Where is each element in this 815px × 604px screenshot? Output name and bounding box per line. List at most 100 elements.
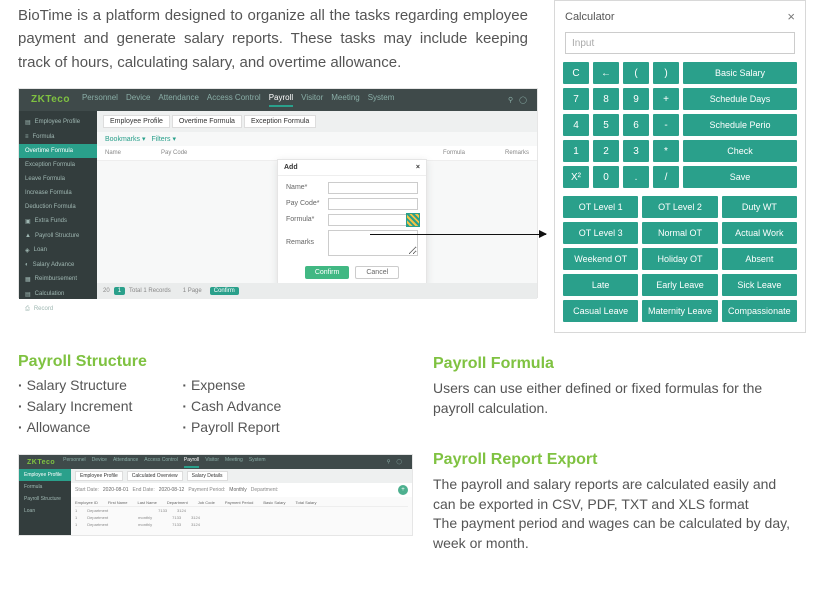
calc-key--[interactable]: (	[623, 62, 649, 84]
field-name-label: Name*	[286, 184, 324, 191]
nav-system[interactable]: System	[368, 93, 395, 107]
filters-dropdown[interactable]: Filters ▾	[151, 135, 176, 143]
calc-var-sick-leave[interactable]: Sick Leave	[722, 274, 797, 296]
page-confirm[interactable]: Confirm	[210, 287, 239, 295]
add-formula-modal: Add × Name* Pay Code* Formula* Remarks C…	[277, 159, 427, 286]
arrow-icon	[370, 234, 546, 235]
nav-visitor[interactable]: Visitor	[301, 93, 323, 107]
nav-access-control[interactable]: Access Control	[207, 93, 261, 107]
sidebar-exception-formula[interactable]: Exception Formula	[19, 158, 97, 172]
sidebar-employee-profile[interactable]: ▤Employee Profile	[19, 115, 97, 130]
calc-var-casual-leave[interactable]: Casual Leave	[563, 300, 638, 322]
sidebar-increase-formula[interactable]: Increase Formula	[19, 186, 97, 200]
calc-key-1[interactable]: 1	[563, 140, 589, 162]
sidebar-calculation[interactable]: ▤Calculation	[19, 287, 97, 302]
calculator-close-icon[interactable]: ×	[787, 9, 795, 24]
field-formula-input[interactable]	[328, 214, 418, 226]
calc-key-0[interactable]: 0	[593, 166, 619, 188]
calc-key-4[interactable]: 4	[563, 114, 589, 136]
sidebar-record[interactable]: ⎙Record	[19, 302, 97, 317]
calc-var-absent[interactable]: Absent	[722, 248, 797, 270]
calc-key--[interactable]: )	[653, 62, 679, 84]
page-number[interactable]: 1	[114, 287, 125, 295]
sidebar-leave-formula[interactable]: Leave Formula	[19, 172, 97, 186]
field-paycode-input[interactable]	[328, 198, 418, 210]
calc-key-basic-salary[interactable]: Basic Salary	[683, 62, 797, 84]
calc-var-maternity-leave[interactable]: Maternity Leave	[642, 300, 717, 322]
ss2-side-loan[interactable]: Loan	[19, 505, 71, 517]
nav-meeting[interactable]: Meeting	[331, 93, 359, 107]
calc-key-save[interactable]: Save	[683, 166, 797, 188]
field-paycode-label: Pay Code*	[286, 200, 324, 207]
calc-key-8[interactable]: 8	[593, 88, 619, 110]
tab-overtime-formula[interactable]: Overtime Formula	[172, 115, 242, 128]
nav-personnel[interactable]: Personnel	[82, 93, 118, 107]
calc-var-actual-work[interactable]: Actual Work	[722, 222, 797, 244]
nav-attendance[interactable]: Attendance	[158, 93, 198, 107]
add-icon[interactable]: +	[398, 485, 408, 495]
calc-key-x-[interactable]: X²	[563, 166, 589, 188]
calc-var-holiday-ot[interactable]: Holiday OT	[642, 248, 717, 270]
calc-key--[interactable]: +	[653, 88, 679, 110]
calc-var-weekend-ot[interactable]: Weekend OT	[563, 248, 638, 270]
search-icon[interactable]: ⚲	[508, 96, 513, 104]
calc-key-6[interactable]: 6	[623, 114, 649, 136]
calc-var-ot-level-1[interactable]: OT Level 1	[563, 196, 638, 218]
calc-var-ot-level-2[interactable]: OT Level 2	[642, 196, 717, 218]
ss2-side-employee[interactable]: Employee Profile	[19, 469, 71, 481]
sidebar: ▤Employee Profile ≡Formula Overtime Form…	[19, 111, 97, 299]
calc-key--[interactable]: -	[653, 114, 679, 136]
calc-var-duty-wt[interactable]: Duty WT	[722, 196, 797, 218]
calc-key--[interactable]: *	[653, 140, 679, 162]
calc-key--[interactable]: .	[623, 166, 649, 188]
sidebar-salary-advance[interactable]: ◐Salary Advance	[19, 258, 97, 272]
tab-employee-profile[interactable]: Employee Profile	[103, 115, 170, 128]
col-formula: Formula	[443, 150, 465, 156]
modal-cancel-button[interactable]: Cancel	[355, 266, 399, 279]
sidebar-deduction-formula[interactable]: Deduction Formula	[19, 200, 97, 214]
sidebar-loan[interactable]: ◈Loan	[19, 243, 97, 258]
calc-key-2[interactable]: 2	[593, 140, 619, 162]
calc-key-check[interactable]: Check	[683, 140, 797, 162]
calc-key-c[interactable]: C	[563, 62, 589, 84]
nav-payroll[interactable]: Payroll	[269, 93, 293, 107]
ss2-side-structure[interactable]: Payroll Structure	[19, 493, 71, 505]
calc-key-3[interactable]: 3	[623, 140, 649, 162]
modal-close-icon[interactable]: ×	[416, 164, 420, 171]
tab-exception-formula[interactable]: Exception Formula	[244, 115, 316, 128]
sidebar-reimbursement[interactable]: ▦Reimbursement	[19, 272, 97, 287]
nav-device[interactable]: Device	[126, 93, 150, 107]
calc-var-normal-ot[interactable]: Normal OT	[642, 222, 717, 244]
calculator-input[interactable]: Input	[565, 32, 795, 54]
ss2-side-formula[interactable]: Formula	[19, 481, 71, 493]
col-remarks: Remarks	[505, 150, 529, 156]
calculator-launch-icon[interactable]	[406, 213, 420, 227]
calc-var-compassionate[interactable]: Compassionate	[722, 300, 797, 322]
ss2-tab-overview[interactable]: Calculated Overview	[127, 471, 183, 481]
calc-key-7[interactable]: 7	[563, 88, 589, 110]
calc-key--[interactable]: /	[653, 166, 679, 188]
sidebar-overtime-formula[interactable]: Overtime Formula	[19, 144, 97, 158]
ss2-tab-salary[interactable]: Salary Details	[187, 471, 228, 481]
report-export-line2: The payment period and wages can be calc…	[433, 514, 797, 553]
sidebar-payroll-structure[interactable]: ▲Payroll Structure	[19, 229, 97, 243]
structure-list-1: Salary Structure Salary Increment Allowa…	[18, 375, 132, 438]
calc-key-9[interactable]: 9	[623, 88, 649, 110]
field-name-input[interactable]	[328, 182, 418, 194]
app-logo-2: ZKTeco	[19, 459, 63, 466]
calc-var-early-leave[interactable]: Early Leave	[642, 274, 717, 296]
bookmarks-dropdown[interactable]: Bookmarks ▾	[105, 135, 145, 143]
modal-confirm-button[interactable]: Confirm	[305, 266, 350, 279]
calc-var-late[interactable]: Late	[563, 274, 638, 296]
calc-key-5[interactable]: 5	[593, 114, 619, 136]
calc-key--[interactable]: ←	[593, 62, 619, 84]
calculator-title: Calculator	[565, 11, 615, 23]
sidebar-extra-funds[interactable]: ▣Extra Funds	[19, 214, 97, 229]
total-records: Total 1 Records	[129, 288, 171, 294]
ss2-tab-profile[interactable]: Employee Profile	[75, 471, 123, 481]
calc-key-schedule-days[interactable]: Schedule Days	[683, 88, 797, 110]
sidebar-formula[interactable]: ≡Formula	[19, 130, 97, 144]
calc-var-ot-level-3[interactable]: OT Level 3	[563, 222, 638, 244]
calc-key-schedule-perio[interactable]: Schedule Perio	[683, 114, 797, 136]
user-icon[interactable]: ◯	[519, 96, 527, 104]
